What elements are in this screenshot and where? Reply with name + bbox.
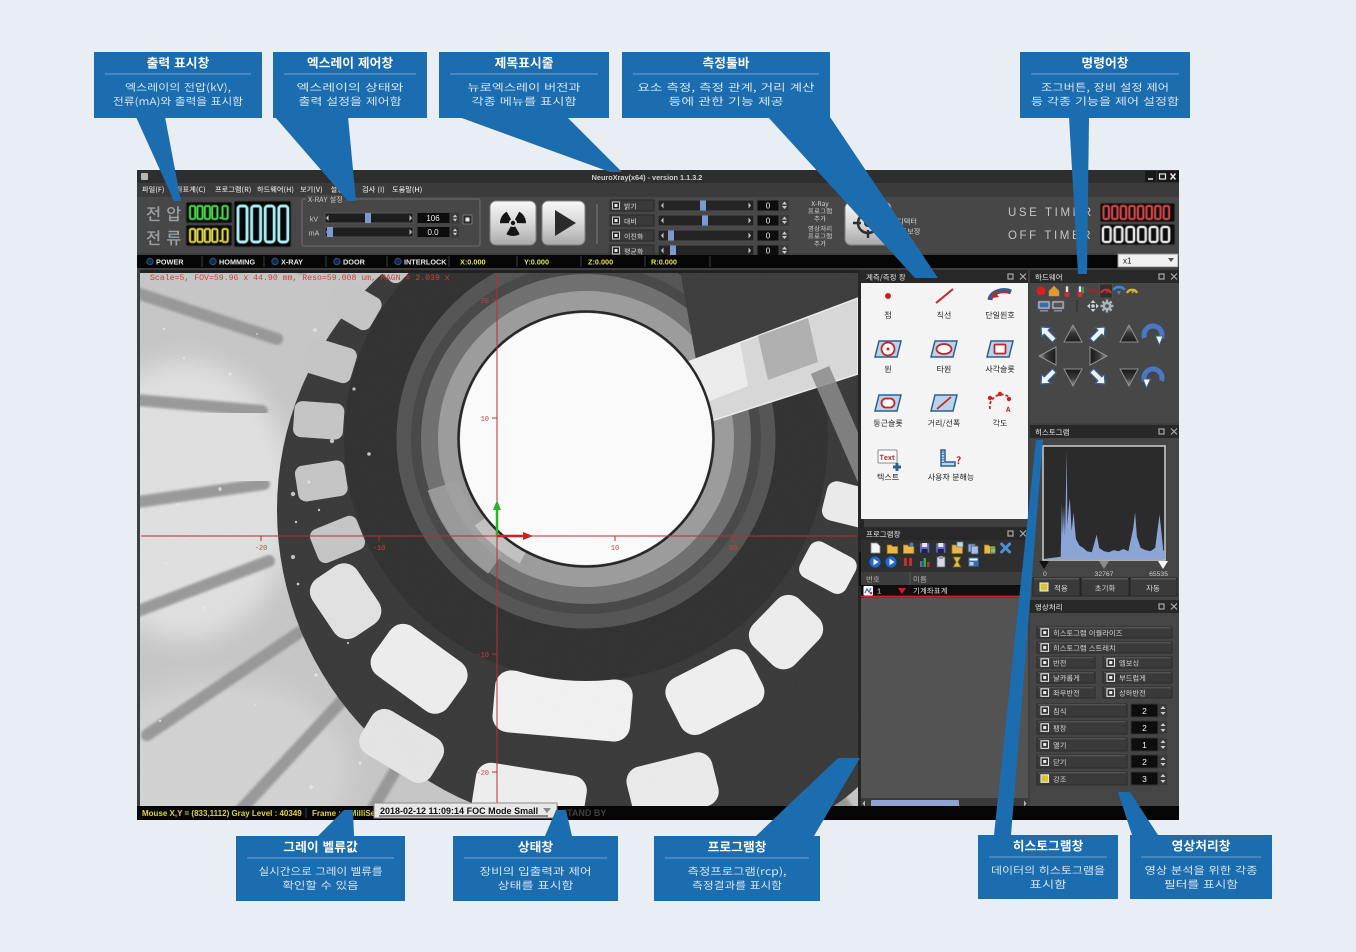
svg-text:65535: 65535 [1149,571,1168,578]
svg-text:Scale=5, FOV=59.96 x 44.90 mm,: Scale=5, FOV=59.96 x 44.90 mm, Reso=59.0… [150,273,450,283]
svg-text:10: 10 [611,545,619,553]
svg-text:2: 2 [1142,723,1147,733]
svg-text:-10: -10 [476,652,489,660]
svg-text:HOMMING: HOMMING [219,258,255,267]
svg-text:20: 20 [481,298,489,306]
svg-text:2: 2 [1142,706,1147,716]
svg-text:0: 0 [766,217,771,226]
svg-text:-20: -20 [476,770,489,778]
svg-text:0: 0 [766,232,771,241]
svg-text:DOOR: DOOR [343,258,366,267]
svg-text:10: 10 [481,416,489,424]
svg-text:X-RAY: X-RAY [281,258,303,267]
svg-text:0: 0 [766,202,771,211]
svg-text:Mouse X,Y = (833,1112) Gray L: Mouse X,Y = (833,1112) Gray Level : 4034… [142,809,302,818]
svg-text:mA: mA [309,231,320,238]
svg-text:2018-02-12 11:09:14 FOC Mode S: 2018-02-12 11:09:14 FOC Mode Small [380,806,538,816]
svg-text:1: 1 [1142,740,1147,750]
svg-text:POWER: POWER [156,258,184,267]
svg-text:INTERLOCK: INTERLOCK [404,258,447,267]
svg-text:0: 0 [766,247,771,256]
svg-text:32767: 32767 [1095,571,1114,578]
svg-text:R:0.000: R:0.000 [651,258,677,267]
svg-text:Z:0.000: Z:0.000 [588,258,613,267]
svg-text:-10: -10 [373,545,386,553]
svg-text:-20: -20 [255,545,268,553]
svg-text:3: 3 [1142,774,1147,784]
svg-text:0: 0 [1043,571,1047,578]
svg-text:x1: x1 [1123,257,1132,266]
svg-text:2: 2 [1142,757,1147,767]
svg-text:1: 1 [877,587,881,596]
svg-text:kV: kV [310,217,319,224]
svg-text:106: 106 [426,214,440,223]
svg-text:20: 20 [729,545,737,553]
svg-text:STAND BY: STAND BY [561,808,606,818]
svg-text:0.0: 0.0 [427,228,439,237]
svg-text:X:0.000: X:0.000 [460,258,486,267]
svg-text:Y:0.000: Y:0.000 [524,258,549,267]
svg-text:NeuroXray(x64) - version 1.1.3: NeuroXray(x64) - version 1.1.3.2 [592,173,703,182]
